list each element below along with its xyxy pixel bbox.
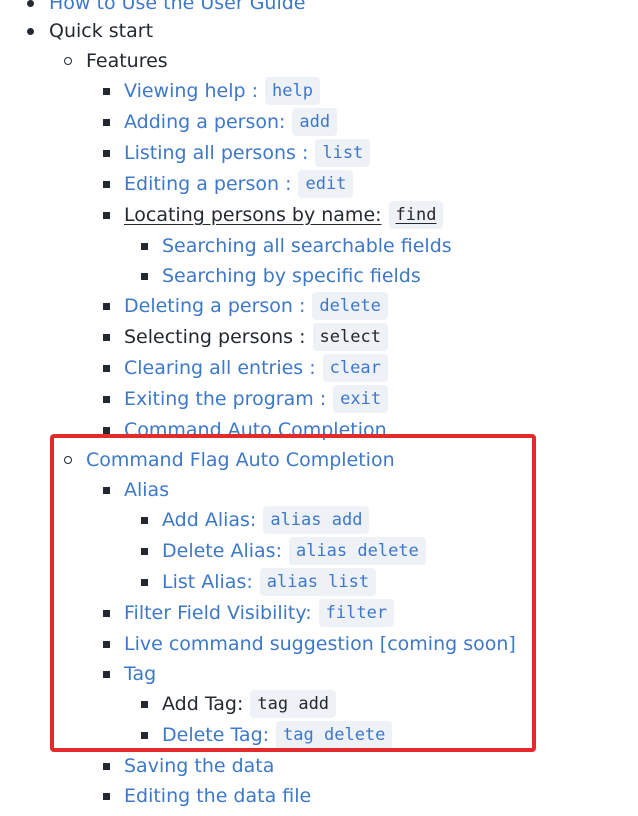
- code-find[interactable]: find: [388, 201, 444, 229]
- square-bullet: [141, 548, 148, 555]
- link-saving-data[interactable]: Saving the data: [124, 755, 274, 777]
- square-bullet: [141, 273, 148, 280]
- toc-item-deleting-person[interactable]: Deleting a person : delete: [103, 292, 388, 320]
- toc-item-command-auto-completion[interactable]: Command Auto Completion: [103, 416, 387, 444]
- toc-item-exiting-program[interactable]: Exiting the program : exit: [103, 385, 389, 413]
- square-bullet: [103, 427, 110, 434]
- link-locating-persons[interactable]: Locating persons by name:: [124, 204, 382, 226]
- toc-item-editing-person[interactable]: Editing a person : edit: [103, 170, 354, 198]
- code-clear[interactable]: clear: [322, 354, 388, 382]
- square-bullet: [103, 763, 110, 770]
- toc-item-editing-data-file[interactable]: Editing the data file: [103, 782, 311, 810]
- link-command-flag-auto-completion[interactable]: Command Flag Auto Completion: [86, 449, 395, 471]
- square-bullet: [103, 334, 110, 341]
- link-adding-person[interactable]: Adding a person:: [124, 111, 285, 133]
- code-tag-add[interactable]: tag add: [250, 690, 337, 718]
- label-features[interactable]: Features: [86, 50, 168, 72]
- toc-item-quick-start[interactable]: Quick start: [27, 17, 153, 45]
- square-bullet: [103, 610, 110, 617]
- link-tag[interactable]: Tag: [124, 663, 156, 685]
- code-alias-add[interactable]: alias add: [263, 506, 370, 534]
- link-delete-tag[interactable]: Delete Tag:: [162, 724, 269, 746]
- link-add-alias[interactable]: Add Alias:: [162, 509, 256, 531]
- toc-item-locating-persons[interactable]: Locating persons by name: find: [103, 201, 444, 229]
- link-viewing-help[interactable]: Viewing help :: [124, 80, 258, 102]
- square-bullet: [103, 487, 110, 494]
- square-bullet: [103, 212, 110, 219]
- link-command-auto-completion[interactable]: Command Auto Completion: [124, 419, 387, 441]
- toc-item-live-suggestion[interactable]: Live command suggestion [coming soon]: [103, 630, 516, 658]
- link-exiting-program[interactable]: Exiting the program :: [124, 388, 326, 410]
- code-filter[interactable]: filter: [318, 599, 395, 627]
- link-editing-data-file[interactable]: Editing the data file: [124, 785, 311, 807]
- circle-bullet: [64, 456, 72, 464]
- square-bullet: [103, 641, 110, 648]
- link-list-alias[interactable]: List Alias:: [162, 571, 253, 593]
- link-searching-all[interactable]: Searching all searchable fields: [162, 235, 452, 257]
- toc-item-clearing-entries[interactable]: Clearing all entries : clear: [103, 354, 388, 382]
- toc-item-how-to-use[interactable]: How to Use the User Guide: [27, 0, 306, 17]
- toc-item-add-alias[interactable]: Add Alias: alias add: [141, 506, 370, 534]
- square-bullet: [103, 150, 110, 157]
- square-bullet: [141, 701, 148, 708]
- square-bullet: [103, 793, 110, 800]
- circle-bullet: [64, 57, 72, 65]
- square-bullet: [103, 671, 110, 678]
- toc-item-searching-all[interactable]: Searching all searchable fields: [141, 232, 452, 260]
- code-help[interactable]: help: [265, 77, 320, 105]
- toc-item-adding-person[interactable]: Adding a person: add: [103, 108, 338, 136]
- toc-item-viewing-help[interactable]: Viewing help : help: [103, 77, 320, 105]
- link-clearing-entries[interactable]: Clearing all entries :: [124, 357, 316, 379]
- toc-item-delete-tag[interactable]: Delete Tag: tag delete: [141, 721, 393, 749]
- square-bullet: [103, 396, 110, 403]
- link-add-tag[interactable]: Add Tag:: [162, 693, 243, 715]
- link-delete-alias[interactable]: Delete Alias:: [162, 540, 282, 562]
- square-bullet: [103, 181, 110, 188]
- toc-item-add-tag[interactable]: Add Tag: tag add: [141, 690, 337, 718]
- link-how-to-use[interactable]: How to Use the User Guide: [49, 0, 306, 14]
- square-bullet: [103, 365, 110, 372]
- square-bullet: [141, 517, 148, 524]
- link-alias[interactable]: Alias: [124, 479, 169, 501]
- toc-item-features[interactable]: Features: [64, 47, 168, 75]
- code-alias-list[interactable]: alias list: [259, 568, 377, 596]
- toc-item-alias[interactable]: Alias: [103, 476, 169, 504]
- toc-item-tag[interactable]: Tag: [103, 660, 156, 688]
- square-bullet: [141, 243, 148, 250]
- code-alias-delete[interactable]: alias delete: [288, 537, 426, 565]
- code-edit[interactable]: edit: [298, 170, 354, 198]
- disc-bullet: [27, 28, 34, 35]
- toc-item-delete-alias[interactable]: Delete Alias: alias delete: [141, 537, 426, 565]
- code-tag-delete[interactable]: tag delete: [276, 721, 393, 749]
- link-deleting-person[interactable]: Deleting a person :: [124, 295, 305, 317]
- link-filter-field[interactable]: Filter Field Visibility:: [124, 602, 312, 624]
- link-selecting-persons[interactable]: Selecting persons :: [124, 326, 306, 348]
- toc-item-filter-field[interactable]: Filter Field Visibility: filter: [103, 599, 395, 627]
- square-bullet: [103, 119, 110, 126]
- square-bullet: [141, 579, 148, 586]
- link-editing-person[interactable]: Editing a person :: [124, 173, 291, 195]
- link-live-suggestion[interactable]: Live command suggestion [coming soon]: [124, 633, 516, 655]
- toc-item-command-flag-auto-completion[interactable]: Command Flag Auto Completion: [64, 446, 395, 474]
- square-bullet: [141, 732, 148, 739]
- link-listing-persons[interactable]: Listing all persons :: [124, 142, 308, 164]
- toc-item-selecting-persons[interactable]: Selecting persons : select: [103, 323, 388, 351]
- toc-item-saving-data[interactable]: Saving the data: [103, 752, 274, 780]
- label-quick-start[interactable]: Quick start: [49, 20, 153, 42]
- toc-item-list-alias[interactable]: List Alias: alias list: [141, 568, 377, 596]
- code-list[interactable]: list: [315, 139, 371, 167]
- code-select[interactable]: select: [312, 323, 388, 351]
- disc-bullet: [27, 0, 34, 7]
- code-delete[interactable]: delete: [312, 292, 388, 320]
- toc-item-searching-specific[interactable]: Searching by specific fields: [141, 262, 421, 290]
- code-exit[interactable]: exit: [333, 385, 389, 413]
- square-bullet: [103, 88, 110, 95]
- link-searching-specific[interactable]: Searching by specific fields: [162, 265, 421, 287]
- code-add[interactable]: add: [292, 108, 338, 136]
- toc-item-listing-persons[interactable]: Listing all persons : list: [103, 139, 371, 167]
- square-bullet: [103, 303, 110, 310]
